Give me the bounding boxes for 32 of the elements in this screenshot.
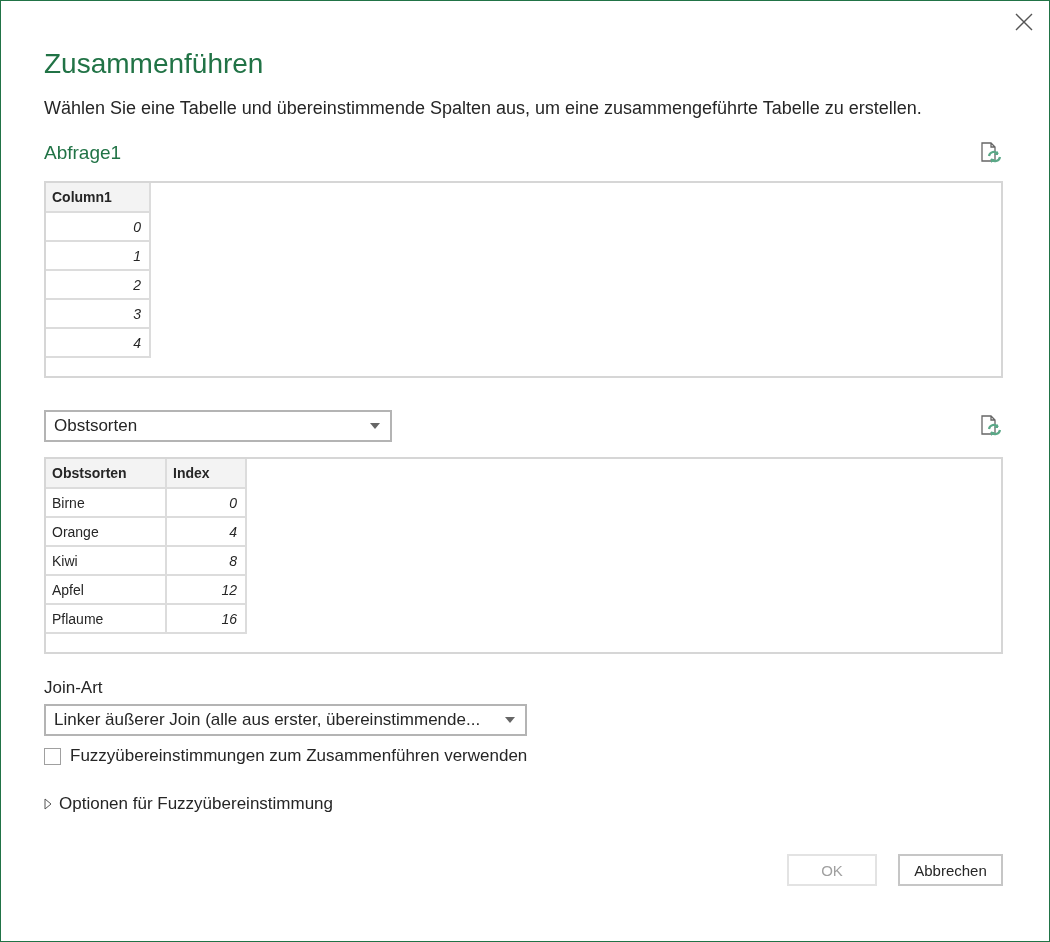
table-cell: 16	[166, 604, 246, 633]
table-cell: 12	[166, 575, 246, 604]
table-cell: 0	[46, 212, 150, 241]
table-cell: 2	[46, 270, 150, 299]
table-cell: 8	[166, 546, 246, 575]
fuzzy-options-expander[interactable]: Optionen für Fuzzyübereinstimmung	[44, 794, 334, 814]
query-name: Abfrage1	[44, 142, 122, 164]
table-cell: 4	[166, 517, 246, 546]
column-header[interactable]: Index	[166, 459, 246, 488]
dialog-description: Wählen Sie eine Tabelle und übereinstimmende Spalten aus, um eine zusammengeführte Tabelle zu erstellen.	[44, 97, 923, 120]
dialog-title: Zusammenführen	[44, 47, 265, 81]
table-cell: 3	[46, 299, 150, 328]
table-cell: 0	[166, 488, 246, 517]
table-cell: 1	[46, 241, 150, 270]
caret-icon	[505, 717, 515, 723]
table-cell: 4	[46, 328, 150, 357]
cancel-button[interactable]: Abbrechen	[898, 854, 1003, 886]
refresh-document-icon[interactable]	[979, 141, 1003, 165]
column-header[interactable]: Column1	[46, 183, 150, 212]
join-type-dropdown[interactable]: Linker äußerer Join (alle aus erster, übereinstimmende...	[44, 704, 527, 736]
refresh-document-icon[interactable]	[979, 414, 1003, 438]
join-type-label: Join-Art	[44, 678, 104, 698]
table-cell: Kiwi	[46, 546, 166, 575]
table-cell: Birne	[46, 488, 166, 517]
table-cell: Pflaume	[46, 604, 166, 633]
close-button[interactable]	[1013, 11, 1035, 33]
table-cell: Orange	[46, 517, 166, 546]
caret-icon	[370, 423, 380, 429]
column-header[interactable]: Obstsorten	[46, 459, 166, 488]
table-cell: Apfel	[46, 575, 166, 604]
table-dropdown[interactable]: Obstsorten	[44, 410, 392, 442]
fuzzy-checkbox[interactable]: Fuzzyübereinstimmungen zum Zusammenführen verwenden	[44, 746, 528, 766]
